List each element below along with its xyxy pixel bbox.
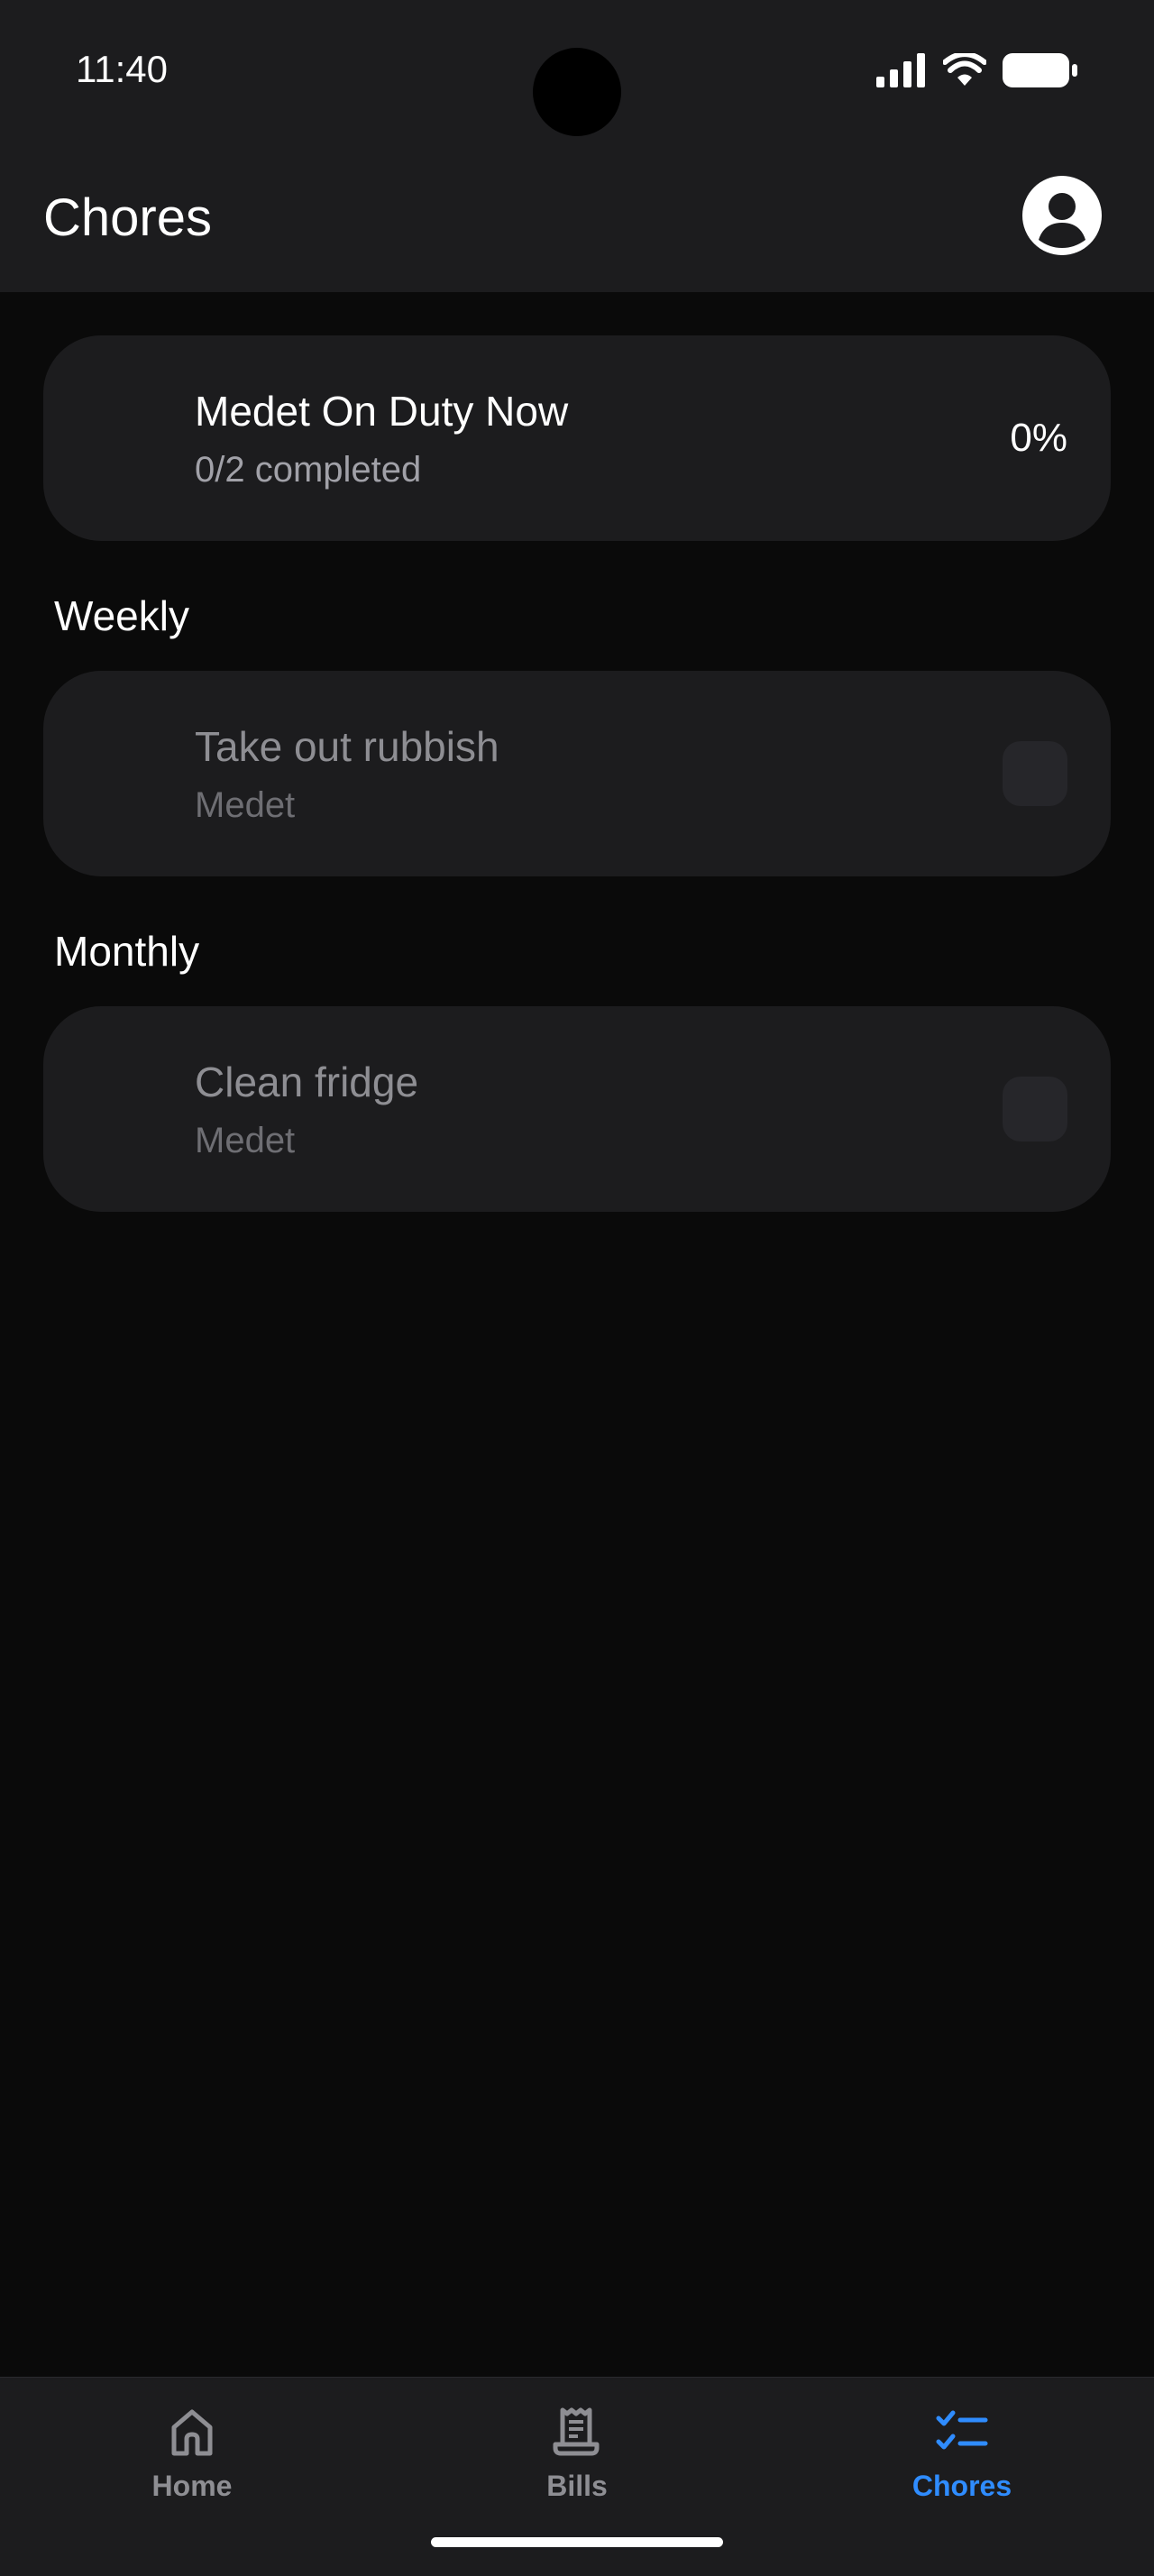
battery-icon bbox=[1003, 53, 1077, 87]
chore-assignee: Medet bbox=[195, 785, 296, 825]
checklist-icon bbox=[936, 2410, 988, 2450]
nav-item-home[interactable]: Home bbox=[0, 2378, 384, 2513]
app-header: 11:40 Chores bbox=[0, 0, 1154, 292]
chore-card-take-out-rubbish[interactable]: Take out rubbish Medet bbox=[43, 671, 1111, 876]
chore-assignee: Medet bbox=[195, 1121, 296, 1160]
home-indicator[interactable] bbox=[431, 2537, 723, 2547]
status-icons bbox=[876, 49, 1078, 92]
duty-summary-card: Medet On Duty Now 0/2 completed 0% bbox=[43, 335, 1111, 541]
nav-label-chores: Chores bbox=[911, 2470, 1012, 2502]
chore-checkbox[interactable] bbox=[1003, 1077, 1067, 1141]
page-title: Chores bbox=[43, 188, 212, 247]
chore-title: Clean fridge bbox=[195, 1059, 419, 1105]
duty-percent: 0% bbox=[1010, 416, 1067, 460]
nav-item-chores[interactable]: Chores bbox=[770, 2378, 1154, 2513]
profile-avatar-icon[interactable] bbox=[1022, 176, 1102, 255]
status-time: 11:40 bbox=[76, 48, 168, 90]
duty-title: Medet On Duty Now bbox=[195, 388, 569, 435]
chore-card-clean-fridge[interactable]: Clean fridge Medet bbox=[43, 1006, 1111, 1212]
section-label-weekly: Weekly bbox=[54, 592, 189, 639]
signal-icon bbox=[876, 53, 925, 87]
receipt-icon bbox=[553, 2407, 600, 2456]
nav-label-home: Home bbox=[151, 2470, 233, 2502]
duty-progress-text: 0/2 completed bbox=[195, 450, 422, 490]
wifi-icon bbox=[943, 53, 986, 86]
camera-cutout bbox=[533, 48, 621, 136]
nav-label-bills: Bills bbox=[546, 2470, 608, 2502]
chore-checkbox[interactable] bbox=[1003, 741, 1067, 806]
chore-title: Take out rubbish bbox=[195, 723, 499, 770]
home-icon bbox=[171, 2409, 213, 2456]
nav-item-bills[interactable]: Bills bbox=[385, 2378, 769, 2513]
section-label-monthly: Monthly bbox=[54, 928, 200, 975]
